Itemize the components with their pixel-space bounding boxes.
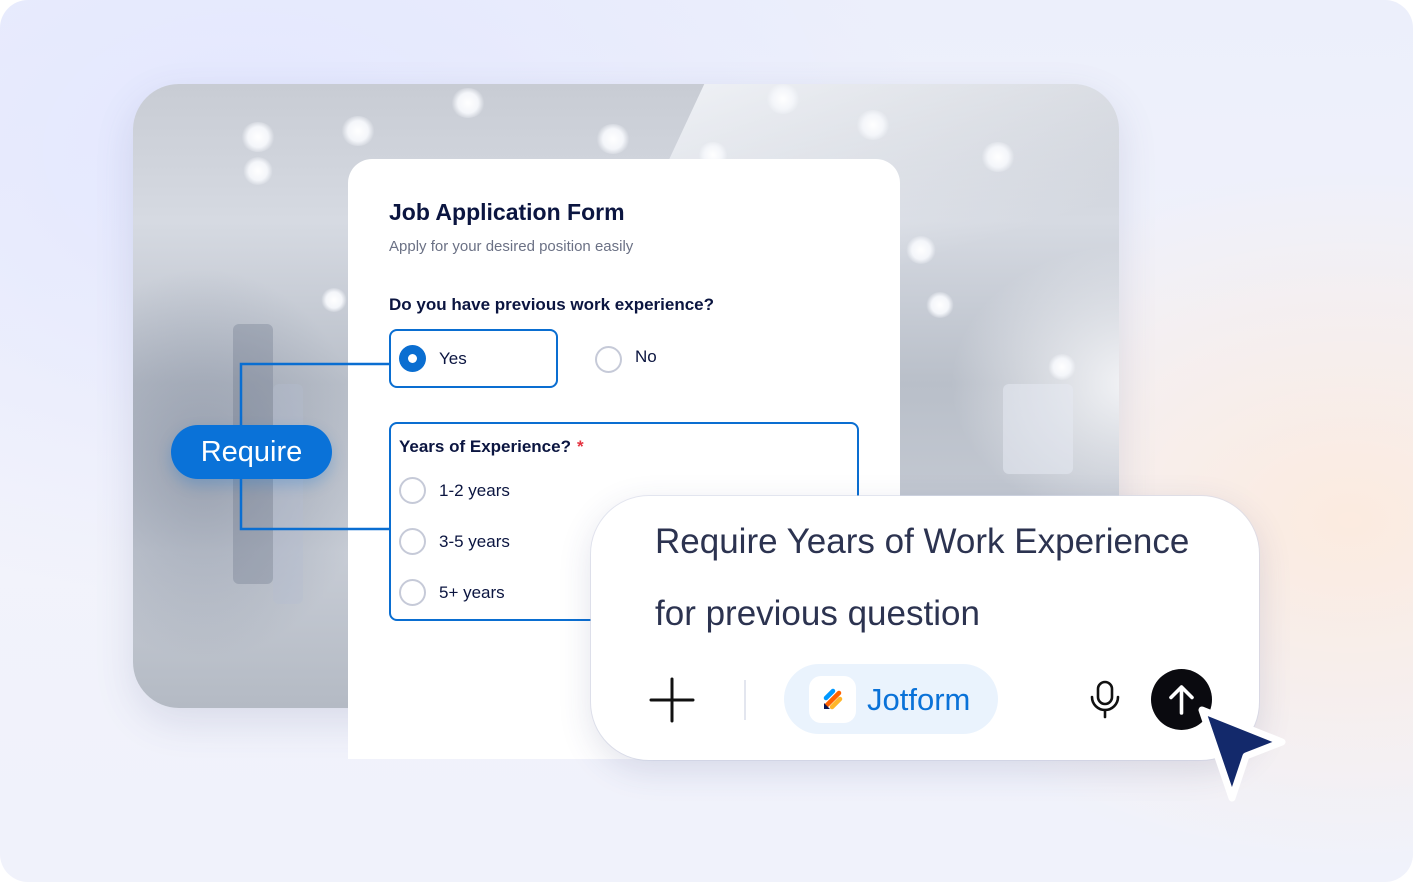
jotform-logo-icon xyxy=(809,676,856,723)
option-3-5-years-label: 3-5 years xyxy=(439,532,510,551)
radio-5-plus-years[interactable] xyxy=(399,579,426,606)
radio-3-5-years[interactable] xyxy=(399,528,426,555)
radio-1-2-years[interactable] xyxy=(399,477,426,504)
jotform-chip-label: Jotform xyxy=(867,682,971,717)
option-1-2-years-label: 1-2 years xyxy=(439,481,510,500)
mouse-pointer-icon xyxy=(1198,706,1286,802)
form-title: Job Application Form xyxy=(389,199,625,225)
option-yes-label: Yes xyxy=(439,349,467,368)
option-5-plus-years-label: 5+ years xyxy=(439,583,505,602)
plus-icon[interactable] xyxy=(648,676,696,724)
require-badge[interactable]: Require xyxy=(171,425,332,479)
prompt-text-line-1: Require Years of Work Experience xyxy=(655,522,1190,561)
microphone-icon[interactable] xyxy=(1084,678,1126,720)
background-canvas: Job Application Form Apply for your desi… xyxy=(0,0,1413,882)
question-work-experience-label: Do you have previous work experience? xyxy=(389,295,715,314)
question-years-text: Years of Experience? xyxy=(399,437,571,456)
form-subtitle: Apply for your desired position easily xyxy=(389,238,634,255)
required-marker: * xyxy=(576,437,584,456)
radio-no[interactable] xyxy=(595,346,622,373)
question-years-label: Years of Experience? * xyxy=(399,437,584,457)
prompt-text-line-2: for previous question xyxy=(655,594,980,633)
option-no-label: No xyxy=(635,347,657,366)
radio-yes[interactable] xyxy=(399,345,426,372)
toolbar-divider xyxy=(744,680,746,720)
